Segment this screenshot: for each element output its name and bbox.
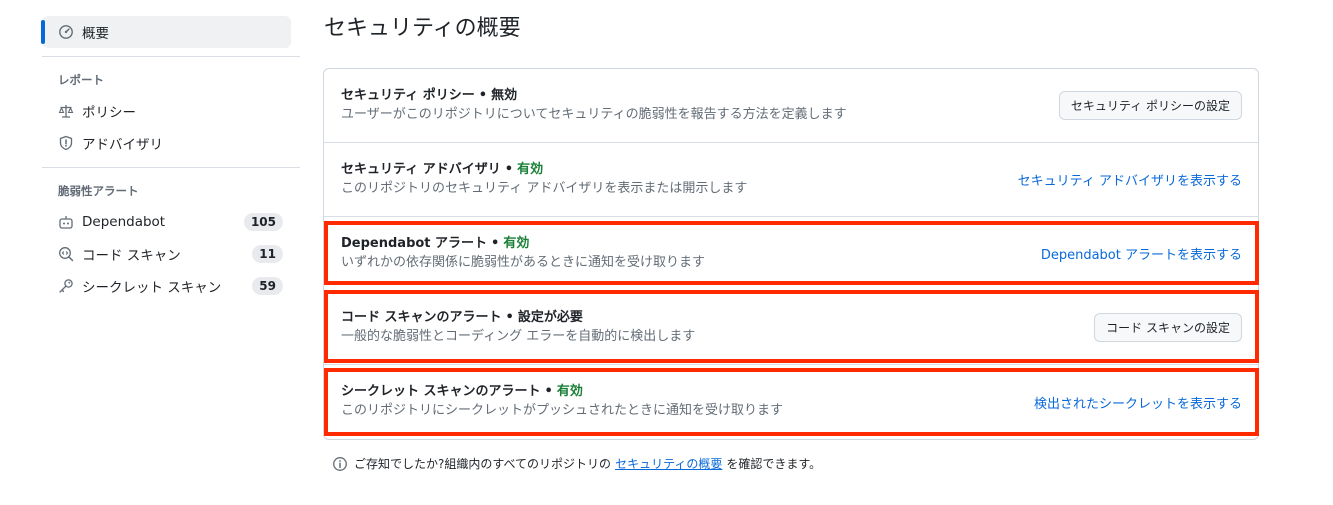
feature-title: セキュリティ ポリシー • 無効	[341, 87, 847, 105]
highlight-box-secret-scanning	[324, 368, 1259, 436]
feature-description: ユーザーがこのリポジトリについてセキュリティの脆弱性を報告する方法を定義します	[341, 106, 847, 122]
feature-description: このリポジトリのセキュリティ アドバイザリを表示または開示します	[341, 180, 748, 196]
count-badge: 59	[252, 277, 283, 295]
sidebar-item-label: アドバイザリ	[82, 137, 163, 153]
section-title-alerts: 脆弱性アラート	[58, 184, 139, 198]
count-badge: 105	[243, 213, 283, 231]
dependabot-icon	[58, 214, 74, 230]
sidebar-item-label: ポリシー	[82, 105, 136, 121]
feature-status: 無効	[491, 87, 518, 103]
sidebar-item-label: コード スキャン	[82, 248, 181, 264]
sidebar-item-overview[interactable]: 概要	[41, 16, 291, 48]
key-icon	[58, 278, 74, 294]
feature-name: セキュリティ アドバイザリ	[341, 161, 501, 177]
feature-name: セキュリティ ポリシー	[341, 87, 475, 103]
separator-dot: •	[504, 161, 514, 177]
tip-footnote: ご存知でしたか?組織内のすべてのリポジトリの セキュリティの概要 を確認できます…	[332, 455, 821, 472]
sidebar-item-advisories[interactable]: アドバイザリ	[42, 127, 291, 159]
count-badge: 11	[252, 245, 283, 263]
sidebar-item-code-scanning[interactable]: コード スキャン 11	[42, 238, 291, 270]
codescan-icon	[58, 246, 74, 262]
view-security-advisories-link[interactable]: セキュリティ アドバイザリを表示する	[1018, 170, 1242, 189]
shield-icon	[58, 135, 74, 151]
law-icon	[58, 103, 74, 119]
tip-text-after: を確認できます。	[726, 457, 822, 471]
sidebar: 概要 レポート ポリシー アドバイザリ 脆弱性アラート Dependabot 1…	[41, 16, 300, 302]
sidebar-item-secret-scanning[interactable]: シークレット スキャン 59	[42, 270, 291, 302]
divider	[42, 56, 300, 57]
feature-row-security-policy: セキュリティ ポリシー • 無効 ユーザーがこのリポジトリについてセキュリティの脆弱…	[324, 69, 1258, 143]
feature-status: 有効	[517, 161, 544, 177]
sidebar-item-policy[interactable]: ポリシー	[42, 95, 291, 127]
info-icon	[332, 456, 348, 472]
highlight-box-code-scanning	[324, 290, 1259, 363]
sidebar-item-label: 概要	[82, 26, 109, 42]
sidebar-item-label: シークレット スキャン	[82, 280, 222, 296]
highlight-box-dependabot	[324, 221, 1259, 285]
feature-title: セキュリティ アドバイザリ • 有効	[341, 161, 747, 179]
feature-info: セキュリティ アドバイザリ • 有効 このリポジトリのセキュリティ アドバイザリを表…	[341, 161, 747, 199]
tip-text-before: ご存知でしたか?組織内のすべてのリポジトリの	[354, 457, 612, 471]
page-title: セキュリティの概要	[324, 16, 521, 41]
active-indicator	[41, 20, 45, 44]
meter-icon	[58, 24, 74, 40]
sidebar-item-dependabot[interactable]: Dependabot 105	[42, 206, 291, 238]
feature-info: セキュリティ ポリシー • 無効 ユーザーがこのリポジトリについてセキュリティの脆弱…	[341, 87, 847, 125]
setup-security-policy-button[interactable]: セキュリティ ポリシーの設定	[1058, 91, 1242, 120]
divider	[42, 167, 300, 168]
feature-row-security-advisories: セキュリティ アドバイザリ • 有効 このリポジトリのセキュリティ アドバイザリを表…	[324, 143, 1258, 217]
separator-dot: •	[478, 87, 488, 103]
sidebar-item-label: Dependabot	[82, 214, 166, 230]
security-overview-link[interactable]: セキュリティの概要	[615, 455, 722, 472]
section-title-reports: レポート	[58, 73, 104, 87]
